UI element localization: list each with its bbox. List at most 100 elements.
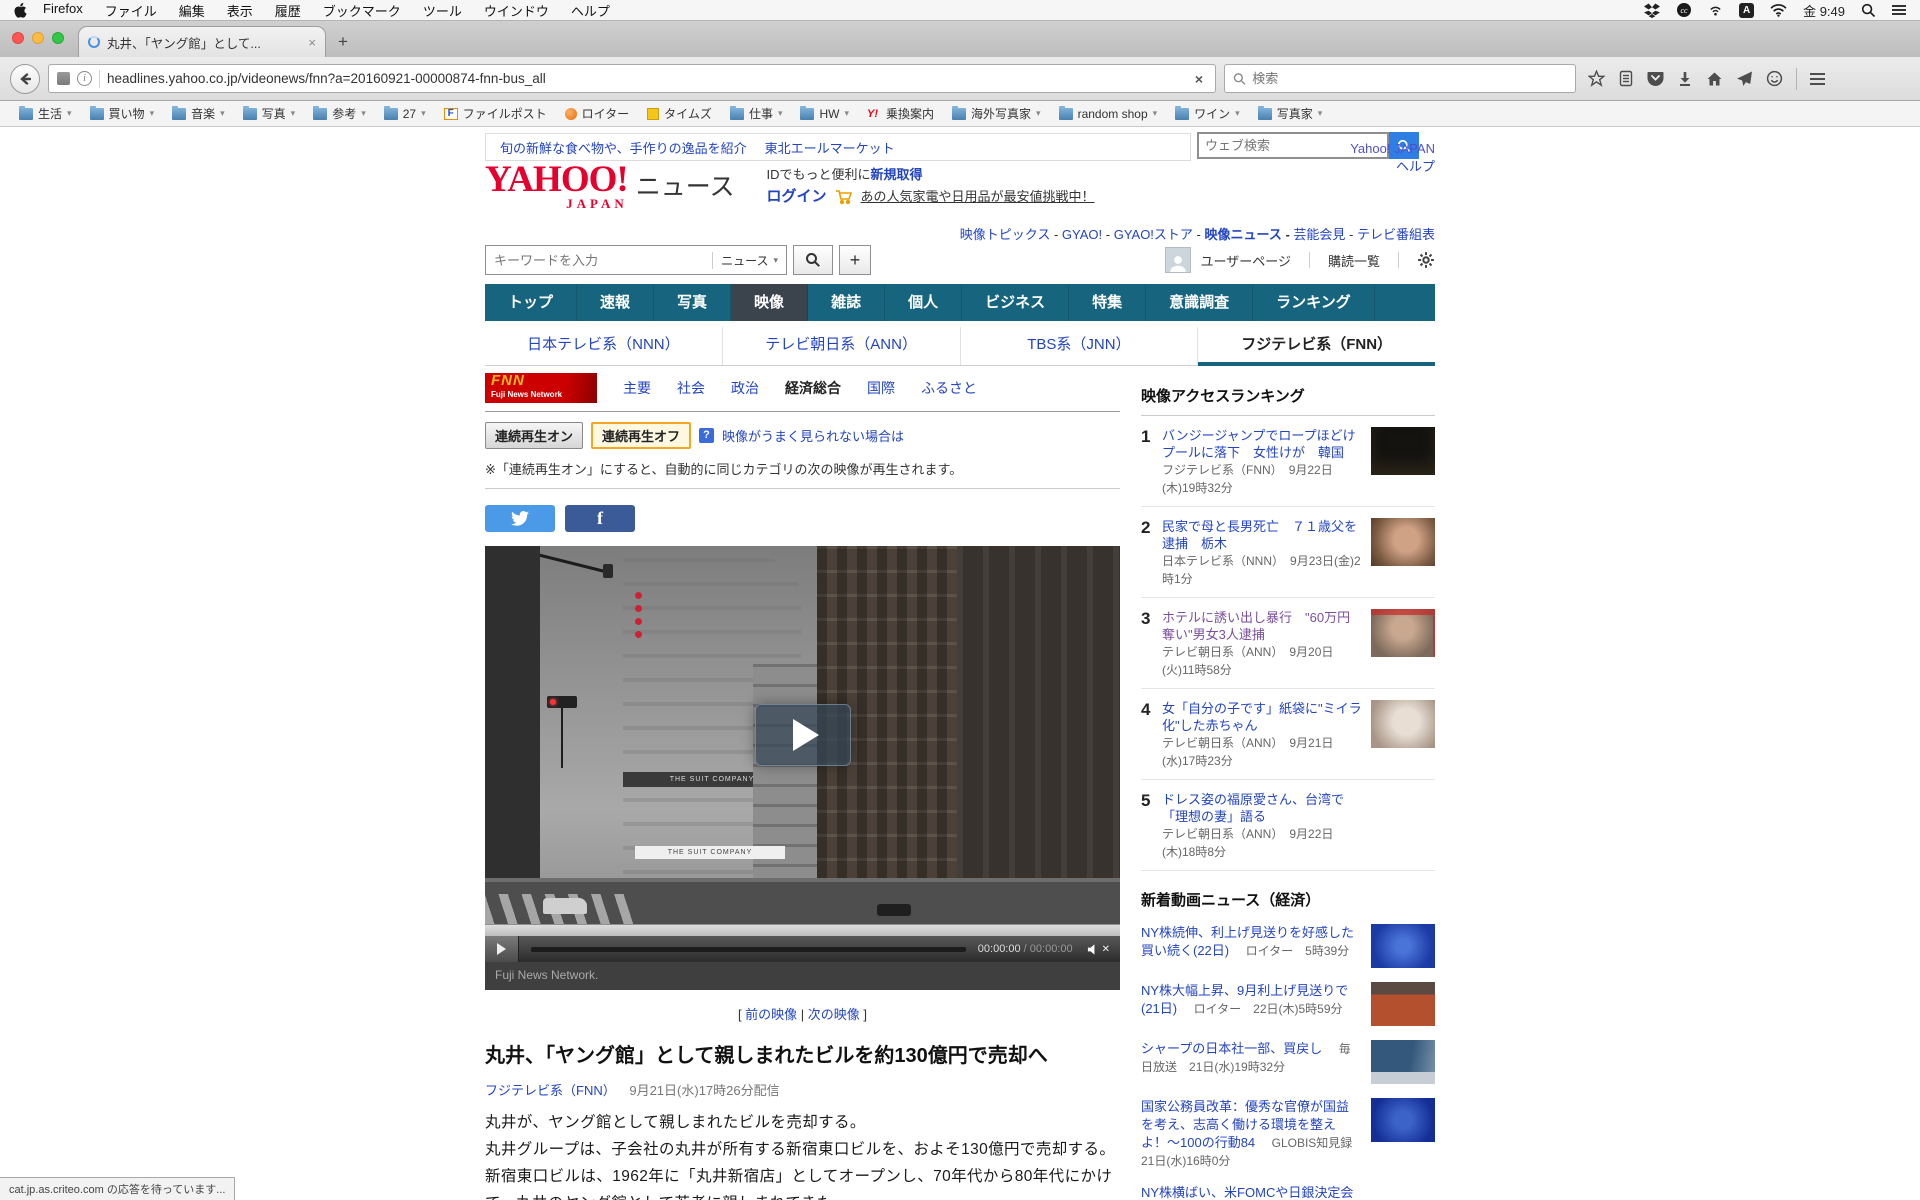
fnn-category-link[interactable]: ふるさと: [921, 378, 977, 398]
channel-tab[interactable]: TBS系（JNN）: [961, 327, 1199, 365]
menu-item[interactable]: ブックマーク: [312, 1, 412, 20]
subnav-link[interactable]: 芸能会見: [1293, 227, 1345, 242]
latest-news-item[interactable]: NY株続伸、利上げ見送りを好感した買い続く(22日) ロイター 5時39分: [1141, 924, 1435, 968]
id-register-link[interactable]: 新規取得: [871, 167, 923, 182]
gear-icon[interactable]: [1417, 251, 1435, 269]
ranking-link[interactable]: ホテルに誘い出し暴行 "60万円奪い"男女3人逮捕: [1162, 609, 1363, 643]
subnav-link[interactable]: GYAO!: [1062, 227, 1102, 242]
channel-tab[interactable]: フジテレビ系（FNN）: [1198, 327, 1435, 365]
continuous-play-on-button[interactable]: 連続再生オン: [485, 422, 583, 449]
thumbnail[interactable]: [1371, 791, 1435, 839]
nav-tab[interactable]: 映像: [731, 284, 808, 321]
reading-list-icon[interactable]: [1618, 70, 1634, 87]
fnn-category-link[interactable]: 経済総合: [785, 378, 841, 398]
search-category-dropdown[interactable]: ニュース ▾: [712, 252, 786, 269]
wireless-device-icon[interactable]: [1708, 3, 1723, 17]
dropbox-icon[interactable]: [1644, 3, 1660, 18]
thumbnail[interactable]: [1371, 1098, 1435, 1142]
menu-item[interactable]: ツール: [412, 1, 473, 20]
continuous-play-off-button[interactable]: 連続再生オフ: [591, 422, 691, 449]
sale-promo-link[interactable]: あの人気家電や日用品が最安値挑戦中！: [861, 187, 1095, 207]
keyword-search-input[interactable]: [486, 253, 712, 268]
subnav-link[interactable]: テレビ番組表: [1357, 227, 1435, 242]
login-link[interactable]: ログイン: [766, 187, 826, 207]
url-bar[interactable]: i headlines.yahoo.co.jp/videonews/fnn?a=…: [48, 64, 1216, 93]
yahoo-news-logo[interactable]: YAHOO! JAPAN: [485, 163, 628, 210]
latest-news-link[interactable]: シャープの日本社一部、買戻し: [1141, 1041, 1322, 1056]
bookmark-item[interactable]: 27 ▾: [377, 101, 433, 126]
bookmark-item[interactable]: 生活 ▾: [12, 101, 79, 126]
url-text[interactable]: headlines.yahoo.co.jp/videonews/fnn?a=20…: [107, 71, 1184, 86]
thumbnail[interactable]: [1371, 1040, 1435, 1084]
home-icon[interactable]: [1706, 71, 1723, 87]
nav-tab[interactable]: 特集: [1069, 284, 1146, 321]
subscriptions-link[interactable]: 購読一覧: [1328, 251, 1380, 270]
menu-hamburger-icon[interactable]: [1810, 70, 1825, 88]
share-icon[interactable]: [1736, 71, 1753, 87]
seek-bar[interactable]: [485, 924, 1120, 936]
yahoo-japan-link[interactable]: Yahoo! JAPAN: [1350, 141, 1435, 156]
ranking-item[interactable]: 4 女「自分の子です」紙袋に"ミイラ化"した赤ちゃん テレビ朝日系（ANN） 9…: [1141, 689, 1435, 780]
ranking-item[interactable]: 3 ホテルに誘い出し暴行 "60万円奪い"男女3人逮捕 テレビ朝日系（ANN） …: [1141, 598, 1435, 689]
browser-tab[interactable]: 丸井、「ヤング館」として... ×: [78, 26, 326, 57]
bookmark-star-icon[interactable]: [1588, 70, 1605, 87]
help-link[interactable]: ヘルプ: [1396, 159, 1435, 174]
bookmark-item[interactable]: HW ▾: [793, 101, 856, 126]
nav-tab[interactable]: ビジネス: [962, 284, 1069, 321]
thumbnail[interactable]: [1371, 1184, 1435, 1200]
subnav-link[interactable]: 映像ニュース: [1204, 227, 1281, 242]
thumbnail[interactable]: [1371, 924, 1435, 968]
download-icon[interactable]: [1677, 71, 1693, 87]
new-tab-button[interactable]: +: [326, 32, 360, 57]
browser-search-bar[interactable]: [1224, 64, 1576, 93]
apple-icon[interactable]: [14, 2, 28, 19]
keyword-search-button[interactable]: [793, 245, 833, 275]
keyword-search-field[interactable]: ニュース ▾: [485, 245, 787, 275]
subnav-link[interactable]: 映像トピックス: [960, 227, 1051, 242]
playback-help-link[interactable]: 映像がうまく見られない場合は: [722, 426, 904, 445]
nav-tab[interactable]: 意識調査: [1146, 284, 1253, 321]
bookmark-item[interactable]: 仕事 ▾: [723, 101, 790, 126]
play-button[interactable]: [485, 936, 519, 962]
back-button[interactable]: [10, 64, 40, 94]
user-page-link[interactable]: ユーザーページ: [1201, 251, 1291, 270]
next-video-link[interactable]: 次の映像: [808, 1007, 860, 1022]
help-question-icon[interactable]: ?: [699, 428, 714, 443]
ranking-link[interactable]: 民家で母と長男死亡 ７１歳父を逮捕 栃木: [1162, 518, 1363, 552]
bookmark-item[interactable]: 写真 ▾: [236, 101, 303, 126]
bookmark-item[interactable]: ロイター ▾: [558, 101, 637, 126]
feedback-smiley-icon[interactable]: [1766, 70, 1783, 87]
facebook-share-button[interactable]: f: [565, 505, 635, 532]
spotlight-icon[interactable]: [1861, 3, 1876, 18]
avatar[interactable]: [1165, 247, 1191, 273]
bookmark-item[interactable]: 海外写真家 ▾: [945, 101, 1048, 126]
nav-tab[interactable]: ランキング: [1253, 284, 1375, 321]
ranking-item[interactable]: 2 民家で母と長男死亡 ７１歳父を逮捕 栃木 日本テレビ系（NNN） 9月23日…: [1141, 507, 1435, 598]
play-overlay-button[interactable]: [755, 704, 851, 766]
bookmark-item[interactable]: 写真家 ▾: [1251, 101, 1330, 126]
menu-item[interactable]: ヘルプ: [560, 1, 621, 20]
progress-bar[interactable]: [531, 947, 966, 952]
nav-tab[interactable]: 速報: [577, 284, 654, 321]
mute-icon[interactable]: ✕: [1087, 943, 1110, 956]
nav-tab[interactable]: トップ: [485, 284, 577, 321]
bookmark-item[interactable]: F ファイルポスト ▾: [437, 101, 554, 126]
promo-text-link[interactable]: 旬の新鮮な食べ物や、手作りの逸品を紹介: [500, 138, 747, 157]
channel-tab[interactable]: 日本テレビ系（NNN）: [485, 327, 723, 365]
menu-item[interactable]: 編集: [168, 1, 216, 20]
subnav-link[interactable]: GYAO!ストア: [1114, 227, 1193, 242]
menu-item[interactable]: 履歴: [264, 1, 312, 20]
prev-video-link[interactable]: 前の映像: [745, 1007, 797, 1022]
minimize-window-button[interactable]: [32, 32, 44, 44]
latest-news-item[interactable]: NY株横ばい、米FOMCや日銀決定会合控え(20日) ロイター 21日(水)6時…: [1141, 1184, 1435, 1200]
bookmark-item[interactable]: Y! 乗換案内 ▾: [860, 101, 941, 126]
latest-news-item[interactable]: シャープの日本社一部、買戻し 毎日放送 21日(水)19時32分: [1141, 1040, 1435, 1084]
bookmark-item[interactable]: 音楽 ▾: [165, 101, 232, 126]
add-button[interactable]: +: [839, 245, 871, 275]
video-frame[interactable]: THE SUIT COMPANY THE SUIT COMPANY: [485, 546, 1120, 924]
nav-tab[interactable]: 写真: [654, 284, 731, 321]
thumbnail[interactable]: [1371, 982, 1435, 1026]
pocket-icon[interactable]: [1647, 71, 1664, 87]
notification-center-icon[interactable]: [1892, 3, 1906, 17]
input-source-icon[interactable]: A: [1739, 3, 1754, 18]
